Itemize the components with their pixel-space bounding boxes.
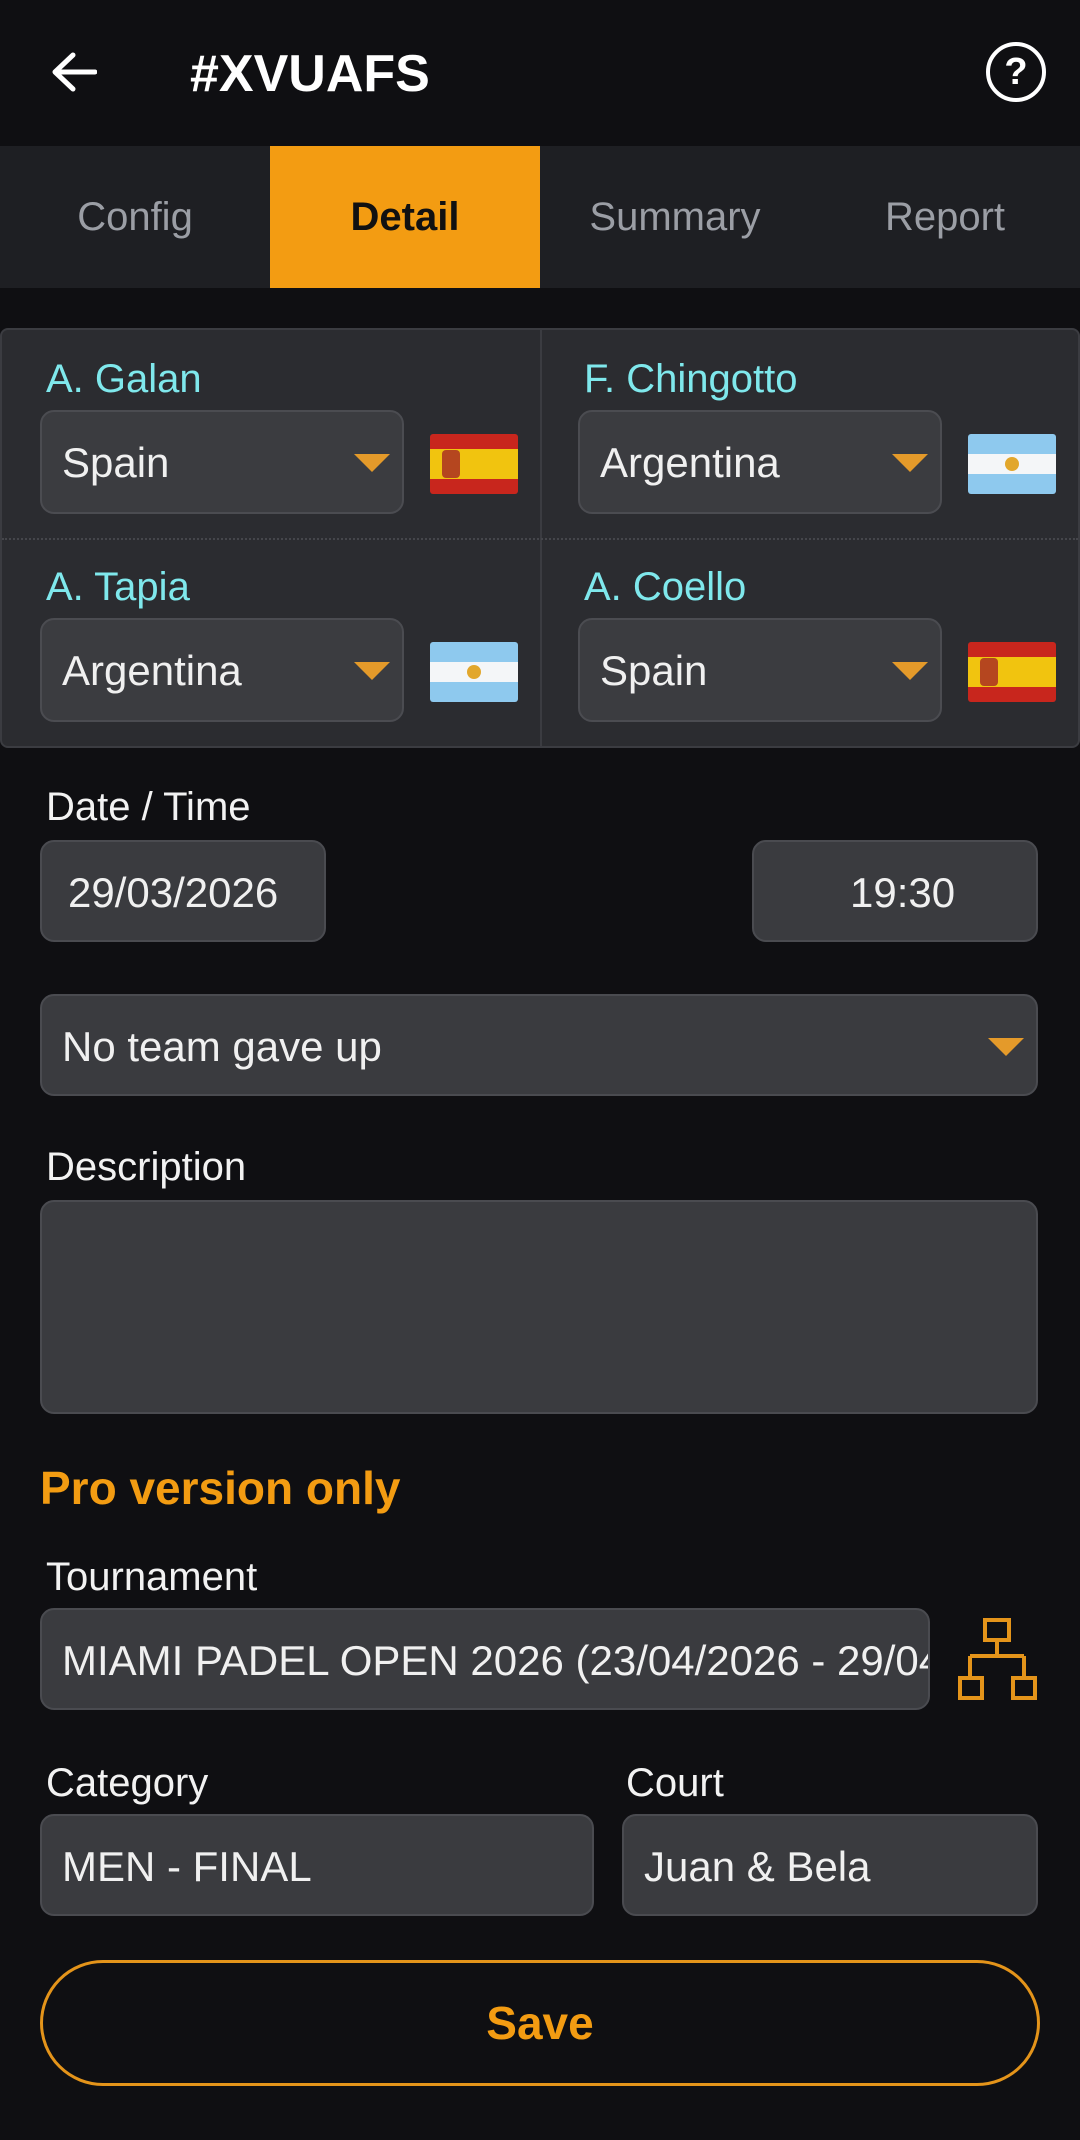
help-button[interactable]: ? [986, 42, 1046, 102]
chevron-down-icon [354, 454, 390, 472]
save-button[interactable]: Save [40, 1960, 1040, 2086]
court-field[interactable]: Juan & Bela [622, 1814, 1038, 1916]
player-card: F. Chingotto Argentina [540, 330, 1078, 538]
page-title: #XVUAFS [190, 45, 430, 103]
chevron-down-icon [892, 454, 928, 472]
description-label: Description [46, 1145, 247, 1189]
player-card: A. Tapia Argentina [2, 538, 540, 746]
back-button[interactable] [42, 36, 106, 108]
court-value: Juan & Bela [644, 1843, 871, 1890]
court-label: Court [626, 1761, 724, 1805]
tournament-field[interactable]: MIAMI PADEL OPEN 2026 (23/04/2026 - 29/0… [40, 1608, 930, 1710]
tab-detail[interactable]: Detail [270, 146, 540, 288]
country-value: Spain [600, 647, 708, 694]
chevron-down-icon [892, 662, 928, 680]
player-name: A. Tapia [46, 565, 190, 609]
time-field[interactable]: 19:30 [752, 840, 1038, 942]
flag-argentina-icon [968, 434, 1056, 494]
flag-spain-icon [968, 642, 1056, 702]
description-input[interactable] [40, 1200, 1038, 1414]
player-name: A. Galan [46, 357, 202, 401]
tournament-value: MIAMI PADEL OPEN 2026 (23/04/2026 - 29/0… [62, 1637, 928, 1684]
country-value: Spain [62, 439, 170, 486]
tab-config[interactable]: Config [0, 146, 270, 288]
country-value: Argentina [600, 439, 780, 486]
app-header: #XVUAFS ? [0, 0, 1080, 146]
player-card: A. Galan Spain [2, 330, 540, 538]
country-select[interactable]: Spain [578, 618, 942, 722]
chevron-down-icon [988, 1038, 1024, 1056]
category-value: MEN - FINAL [62, 1843, 312, 1890]
country-value: Argentina [62, 647, 242, 694]
date-value: 29/03/2026 [68, 869, 279, 916]
player-name: F. Chingotto [584, 357, 798, 401]
flag-spain-icon [430, 434, 518, 494]
date-field[interactable]: 29/03/2026 [40, 840, 326, 942]
country-select[interactable]: Argentina [40, 618, 404, 722]
chevron-down-icon [354, 662, 390, 680]
tournament-label: Tournament [46, 1555, 258, 1599]
category-field[interactable]: MEN - FINAL [40, 1814, 594, 1916]
datetime-label: Date / Time [46, 785, 251, 829]
players-grid: A. Galan Spain F. Chingotto Argentina A.… [0, 328, 1080, 748]
player-card: A. Coello Spain [540, 538, 1078, 746]
country-select[interactable]: Argentina [578, 410, 942, 514]
give-up-value: No team gave up [62, 1023, 382, 1070]
pro-version-notice: Pro version only [40, 1462, 401, 1514]
time-value: 19:30 [850, 869, 956, 916]
give-up-select[interactable]: No team gave up [40, 994, 1038, 1096]
arrow-left-icon [52, 52, 97, 92]
bracket-icon[interactable] [958, 1618, 1038, 1702]
flag-argentina-icon [430, 642, 518, 702]
category-label: Category [46, 1761, 209, 1805]
player-name: A. Coello [584, 565, 747, 609]
country-select[interactable]: Spain [40, 410, 404, 514]
tab-bar: Config Detail Summary Report [0, 146, 1080, 288]
tab-summary[interactable]: Summary [540, 146, 810, 288]
tab-report[interactable]: Report [810, 146, 1080, 288]
